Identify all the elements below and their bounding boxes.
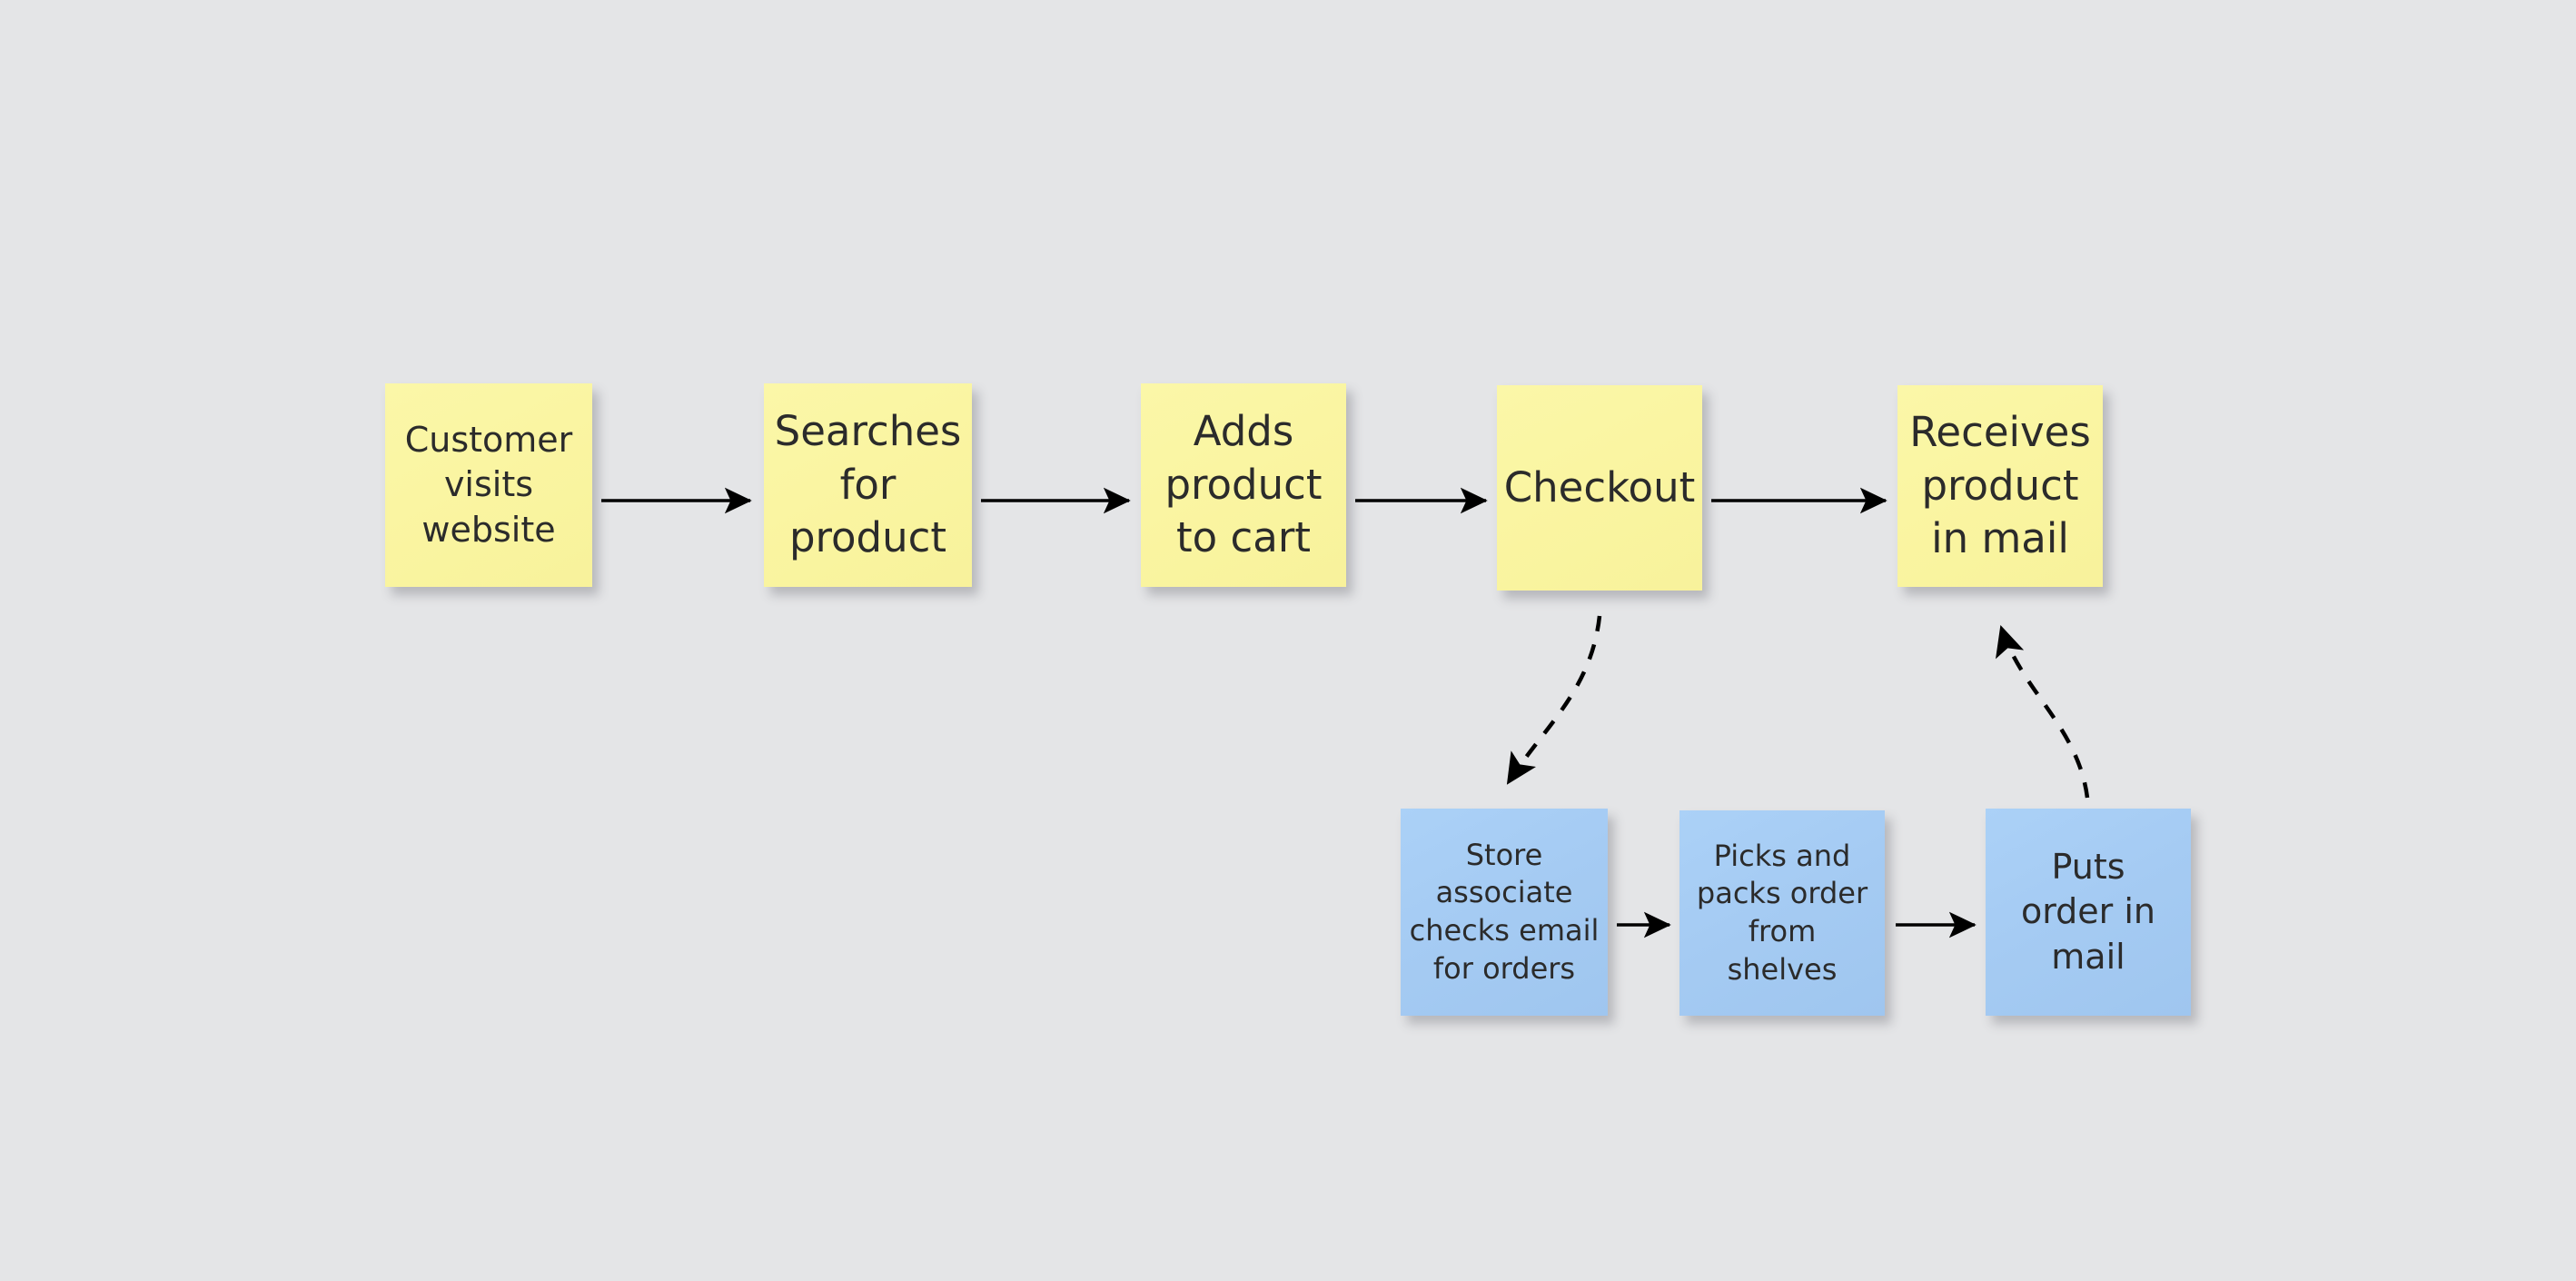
connector-layer <box>601 487 2090 938</box>
sticky-note-label: Searches for product <box>774 407 962 562</box>
sticky-note-label: Adds product to cart <box>1164 407 1323 562</box>
sticky-note-store-associate-checks-email[interactable]: Store associate checks email for orders <box>1401 809 1608 1016</box>
connector-puts-order-to-receives <box>1996 625 2090 799</box>
sticky-note-label: Customer visits website <box>404 419 573 550</box>
sticky-note-label: Picks and packs order from shelves <box>1696 838 1868 987</box>
sticky-note-picks-and-packs-order[interactable]: Picks and packs order from shelves <box>1679 810 1885 1016</box>
sticky-note-receives-product-in-mail[interactable]: Receives product in mail <box>1897 385 2103 587</box>
sticky-note-checkout[interactable]: Checkout <box>1497 385 1702 591</box>
sticky-note-label: Checkout <box>1503 462 1696 511</box>
sticky-note-adds-product-to-cart[interactable]: Adds product to cart <box>1141 383 1346 587</box>
sticky-note-searches-for-product[interactable]: Searches for product <box>764 383 972 587</box>
sticky-note-label: Store associate checks email for orders <box>1409 837 1600 986</box>
diagram-canvas: Customer visits website Searches for prod… <box>0 0 2576 1281</box>
sticky-note-customer-visits-website[interactable]: Customer visits website <box>385 383 592 587</box>
sticky-note-puts-order-in-mail[interactable]: Puts order in mail <box>1986 809 2191 1016</box>
connector-checkout-to-store-associate <box>1506 615 1602 785</box>
sticky-note-label: Receives product in mail <box>1909 408 2091 563</box>
sticky-note-label: Puts order in mail <box>2020 846 2156 977</box>
